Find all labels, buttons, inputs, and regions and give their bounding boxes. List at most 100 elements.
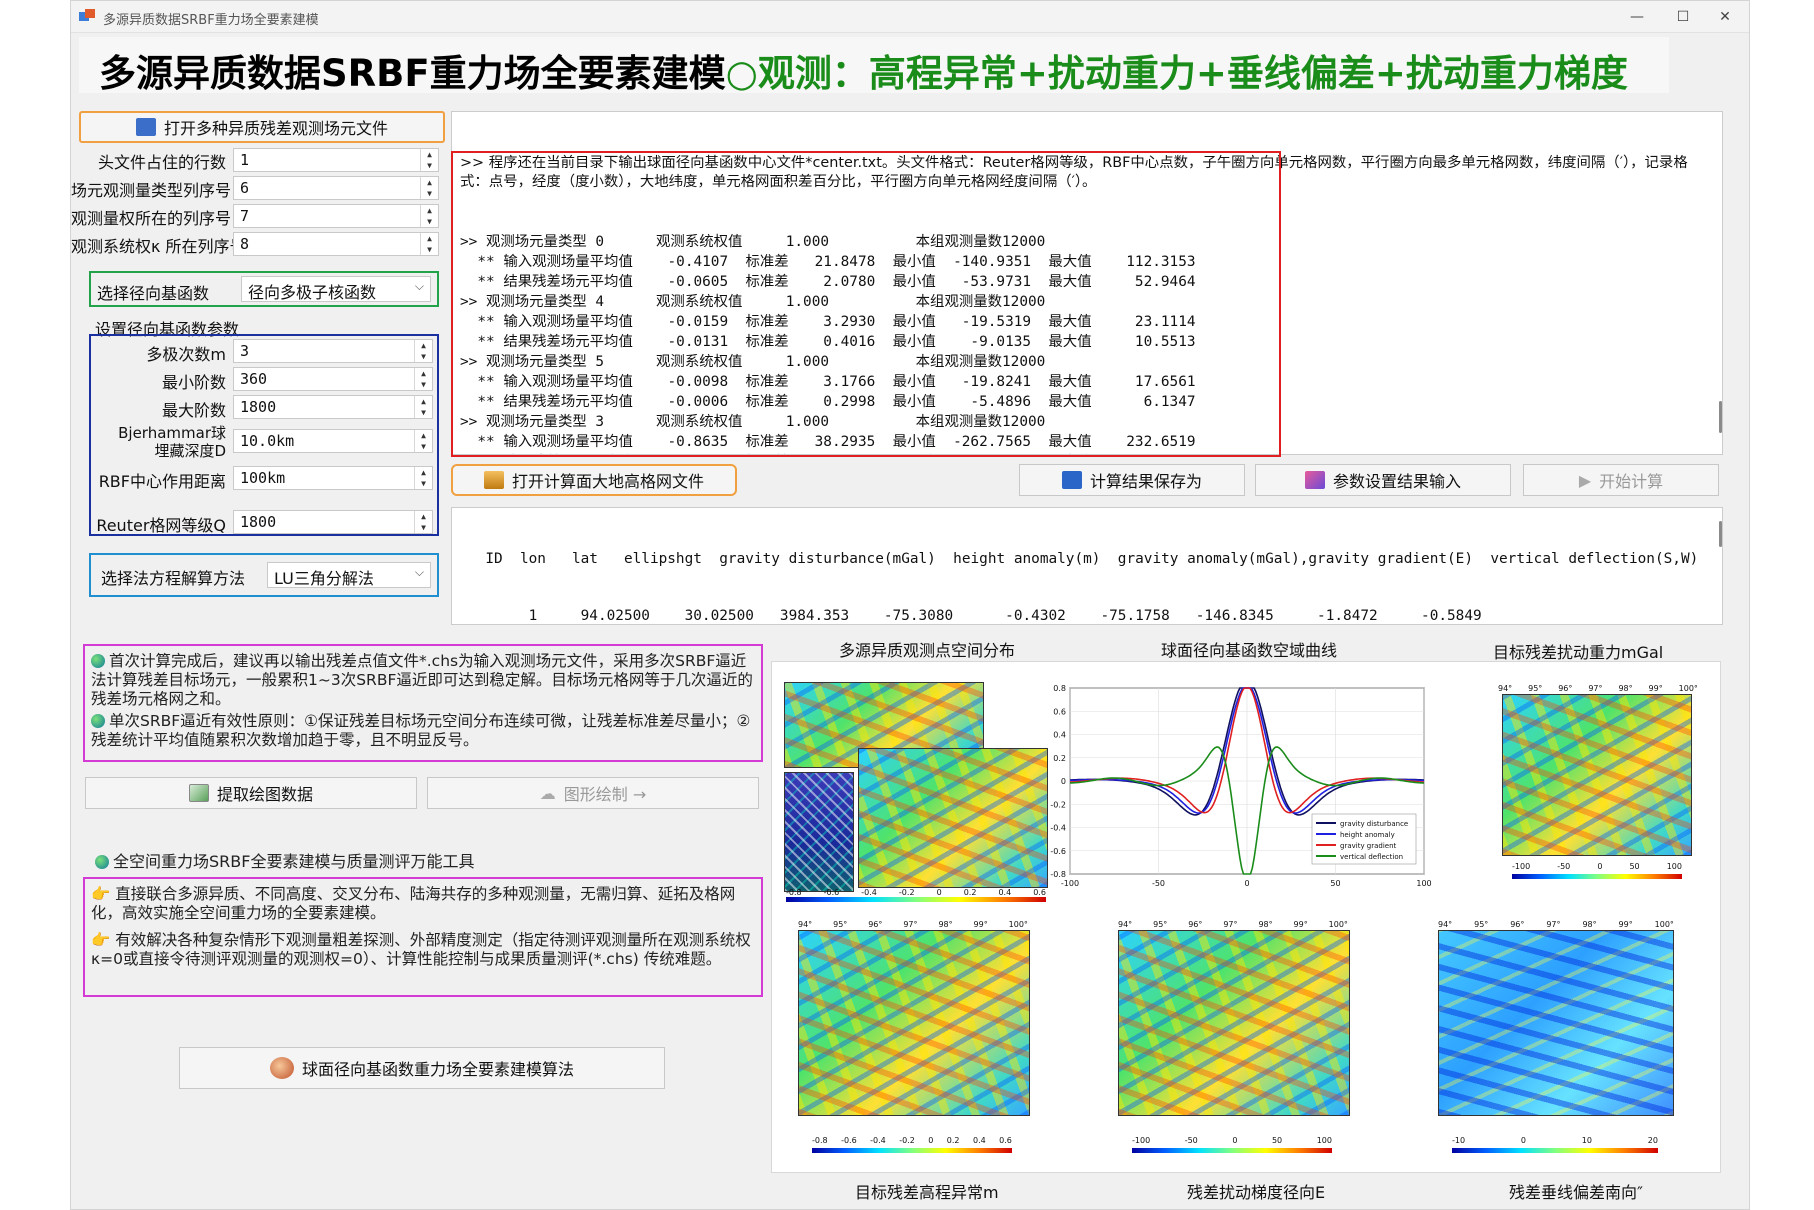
- close-button[interactable]: ✕: [1705, 5, 1745, 29]
- tick: 98°: [1582, 920, 1597, 929]
- figure-panel: -0.8 -0.6 -0.4 -0.2 0 0.2 0.4 0.6 -0.8 -0.6 -0.4 -…: [771, 661, 1721, 1173]
- multipole-order-value: 3: [240, 342, 250, 360]
- tick: -100: [1512, 862, 1531, 871]
- disturbance-colorbar: [1512, 874, 1682, 879]
- stepper-arrows-icon[interactable]: ▲ ▼: [414, 396, 432, 418]
- tick: -0.4: [861, 888, 877, 897]
- note-4-text: 有效解决各种复杂情形下观测量粗差探测、外部精度测定（指定待测评观测量所在观测系统…: [91, 931, 751, 968]
- tick: 20: [1647, 1136, 1658, 1145]
- fig-title-disturbance: 目标残差扰动重力mGal: [1493, 643, 1664, 662]
- x-tick-label: 100: [1416, 879, 1431, 888]
- weight-column-stepper[interactable]: 7 ▲ ▼: [233, 204, 439, 228]
- param-input-button[interactable]: 参数设置结果输入: [1255, 464, 1511, 496]
- tick: 96°: [1510, 920, 1525, 929]
- start-compute-label: 开始计算: [1599, 472, 1664, 491]
- stepper-arrows-icon[interactable]: ▲ ▼: [414, 430, 432, 452]
- stepper-arrows-icon[interactable]: ▲ ▼: [420, 177, 438, 199]
- tick: -0.6: [841, 1136, 857, 1145]
- tick: -0.4: [870, 1136, 886, 1145]
- save-icon: [1061, 471, 1082, 489]
- mascot-icon: [269, 1057, 294, 1079]
- start-compute-button[interactable]: ▶ 开始计算: [1523, 464, 1719, 496]
- tick: 0.6: [999, 1136, 1012, 1145]
- stats-highlight: [451, 151, 1281, 457]
- solver-select[interactable]: LU三角分解法 ⌵: [267, 562, 431, 588]
- stepper-arrows-icon[interactable]: ▲ ▼: [414, 467, 432, 489]
- chevron-down-icon: ⌵: [414, 279, 424, 293]
- map-lon-ticks: 94° 95° 96° 97° 98° 99° 100°: [1118, 920, 1348, 929]
- system-weight-column-stepper[interactable]: 8 ▲ ▼: [233, 232, 439, 256]
- stepper-arrows-icon[interactable]: ▲ ▼: [414, 511, 432, 533]
- tick: 50: [1271, 1136, 1283, 1145]
- header-rows-stepper[interactable]: 1 ▲ ▼: [233, 148, 439, 172]
- log-scrollbar[interactable]: [1719, 401, 1722, 433]
- x-tick-label: -50: [1152, 879, 1165, 888]
- algorithm-button[interactable]: 球面径向基函数重力场全要素建模算法: [179, 1047, 665, 1089]
- fig-title-deflection: 残差垂线偏差南向″: [1509, 1183, 1643, 1202]
- tick: 97°: [903, 920, 918, 929]
- map-lon-ticks: 94° 95° 96° 97° 98° 99° 100°: [798, 920, 1028, 929]
- tick: 94°: [1438, 920, 1453, 929]
- tick: -10: [1452, 1136, 1466, 1145]
- open-observation-file-button[interactable]: 打开多种异质残差观测场元文件: [79, 111, 445, 143]
- tick: 100: [1316, 1136, 1332, 1145]
- stepper-arrows-icon[interactable]: ▲ ▼: [414, 368, 432, 390]
- max-degree-stepper[interactable]: 1800 ▲ ▼: [233, 395, 433, 419]
- tick: -0.8: [786, 888, 802, 897]
- tick: 100°: [1008, 920, 1028, 929]
- save-results-button[interactable]: 计算结果保存为: [1019, 464, 1245, 496]
- obs-map-3: [858, 748, 1048, 888]
- app-window: 多源异质数据SRBF重力场全要素建模 — ☐ ✕ 打开观测文件 计算结果保存 设…: [70, 0, 1750, 1210]
- tick: 100°: [1678, 684, 1698, 693]
- open-grid-file-button[interactable]: 打开计算面大地高格网文件: [451, 464, 737, 496]
- fig-title-height-anomaly: 目标残差高程异常m: [855, 1183, 999, 1202]
- banner-title: 多源异质数据SRBF重力场全要素建模○观测：高程异常+扰动重力+垂线偏差+扰动重…: [99, 43, 1628, 97]
- plot-graphics-button[interactable]: ☁ 图形绘制 →: [427, 777, 759, 809]
- rbf-distance-stepper[interactable]: 100km ▲ ▼: [233, 466, 433, 490]
- tick: 94°: [1118, 920, 1133, 929]
- disturbance-colorbar-ticks: -100 -50 0 50 100: [1512, 862, 1682, 871]
- tick: 99°: [1618, 920, 1633, 929]
- stepper-arrows-icon[interactable]: ▲ ▼: [420, 233, 438, 255]
- window-title: 多源异质数据SRBF重力场全要素建模: [103, 13, 319, 28]
- tick: 0.4: [998, 888, 1012, 897]
- tick: 10: [1581, 1136, 1592, 1145]
- table-scrollbar[interactable]: [1719, 521, 1722, 547]
- tick: -100: [1132, 1136, 1151, 1145]
- legend-label: height anomaly: [1340, 831, 1395, 839]
- minimize-button[interactable]: —: [1617, 5, 1657, 29]
- banner-title-observations: ○观测：高程异常+扰动重力+垂线偏差+扰动重力梯度: [725, 52, 1628, 95]
- tick: 95°: [833, 920, 848, 929]
- burial-depth-stepper[interactable]: 10.0km ▲ ▼: [233, 429, 433, 453]
- tick: -50: [1557, 862, 1571, 871]
- solver-label: 选择法方程解算方法: [101, 569, 246, 588]
- app-icon: [79, 9, 95, 21]
- reuter-level-stepper[interactable]: 1800 ▲ ▼: [233, 510, 433, 534]
- tick: 99°: [973, 920, 988, 929]
- basis-function-label: 选择径向基函数: [97, 284, 210, 303]
- y-tick-label: -0.2: [1050, 800, 1066, 809]
- tick: 0.4: [972, 1136, 986, 1145]
- note-2: 单次SRBF逼近有效性原则：①保证残差目标场元空间分布连续可微，让残差标准差尽量…: [91, 712, 756, 750]
- tick: 100: [1666, 862, 1682, 871]
- maximize-button[interactable]: ☐: [1663, 5, 1703, 29]
- chevron-down-icon: ⌵: [414, 565, 424, 579]
- tick: 95°: [1528, 684, 1543, 693]
- globe-icon: [95, 855, 109, 869]
- stepper-arrows-icon[interactable]: ▲ ▼: [420, 149, 438, 171]
- title-banner: 多源异质数据SRBF重力场全要素建模○观测：高程异常+扰动重力+垂线偏差+扰动重…: [79, 37, 1669, 95]
- multipole-order-stepper[interactable]: 3 ▲ ▼: [233, 339, 433, 363]
- basis-function-select[interactable]: 径向多极子核函数 ⌵: [241, 276, 431, 302]
- type-column-stepper[interactable]: 6 ▲ ▼: [233, 176, 439, 200]
- tick: 100°: [1654, 920, 1674, 929]
- obs-colorbar-ticks: -0.8 -0.6 -0.4 -0.2 0 0.2 0.4 0.6: [786, 888, 1046, 897]
- min-degree-stepper[interactable]: 360 ▲ ▼: [233, 367, 433, 391]
- system-weight-column-label: 观测系统权κ 所在列序号: [71, 237, 246, 256]
- stepper-arrows-icon[interactable]: ▲ ▼: [420, 205, 438, 227]
- tick: 96°: [1558, 684, 1573, 693]
- extract-plot-data-label: 提取绘图数据: [216, 785, 313, 804]
- stepper-arrows-icon[interactable]: ▲ ▼: [414, 340, 432, 362]
- extract-plot-data-button[interactable]: 提取绘图数据: [85, 777, 417, 809]
- tick: 0.2: [946, 1136, 960, 1145]
- plot-graphics-label: 图形绘制 →: [563, 785, 647, 804]
